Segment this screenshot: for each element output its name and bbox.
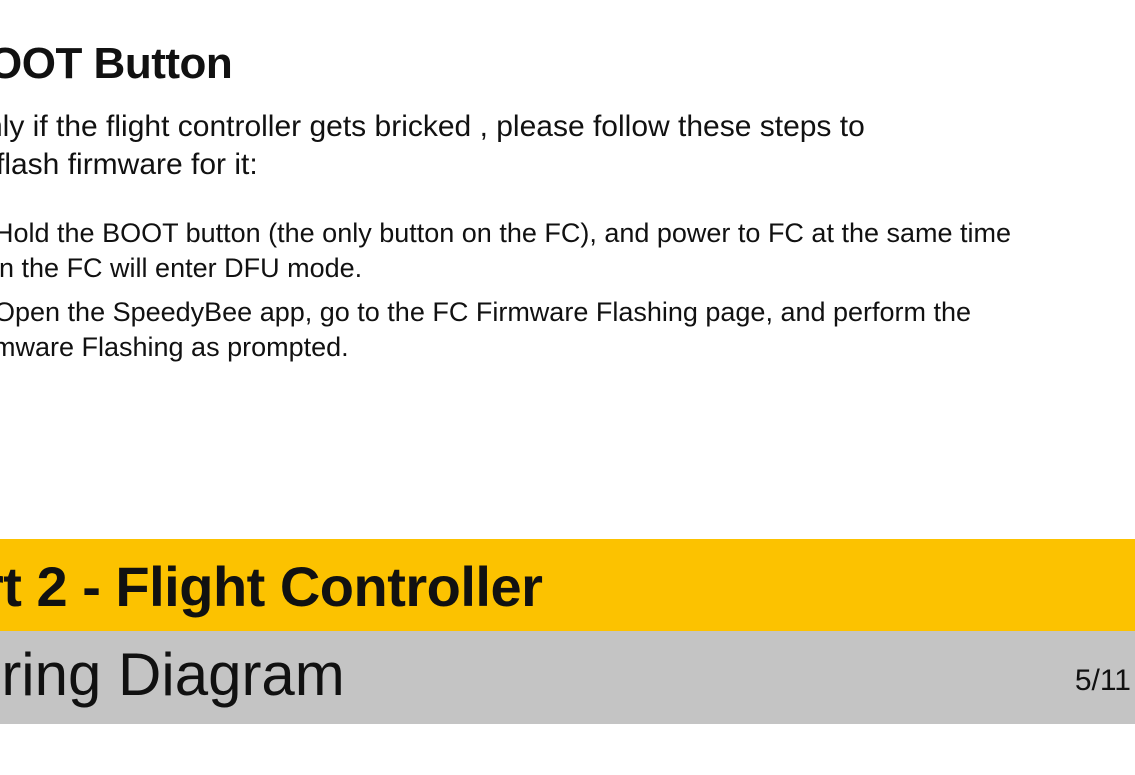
step-item: Hold the BOOT button (the only button on… <box>0 216 1135 286</box>
step-1-line-2: en the FC will enter DFU mode. <box>0 253 363 283</box>
intro-line-2: -flash firmware for it: <box>0 148 258 181</box>
step-item: Open the SpeedyBee app, go to the FC Fir… <box>0 295 1135 365</box>
step-1-line-1: Hold the BOOT button (the only button on… <box>0 218 1012 248</box>
step-2-line-2: rmware Flashing as prompted. <box>0 332 349 362</box>
manual-page: OOT Button nly if the flight controller … <box>0 0 1135 775</box>
subsection-header-bar: iring Diagram 5/11 <box>0 631 1135 724</box>
page-number: 5/11 <box>1074 664 1131 697</box>
intro-line-1: nly if the flight controller gets bricke… <box>0 110 865 143</box>
intro-paragraph: nly if the flight controller gets bricke… <box>0 108 1126 184</box>
section-heading: OOT Button <box>0 39 233 88</box>
subsection-title: iring Diagram <box>0 641 345 708</box>
step-2-line-1: Open the SpeedyBee app, go to the FC Fir… <box>0 297 972 327</box>
steps-list: Hold the BOOT button (the only button on… <box>0 216 1135 374</box>
section-title: rt 2 - Flight Controller <box>0 555 543 618</box>
section-header-bar: rt 2 - Flight Controller <box>0 539 1135 631</box>
